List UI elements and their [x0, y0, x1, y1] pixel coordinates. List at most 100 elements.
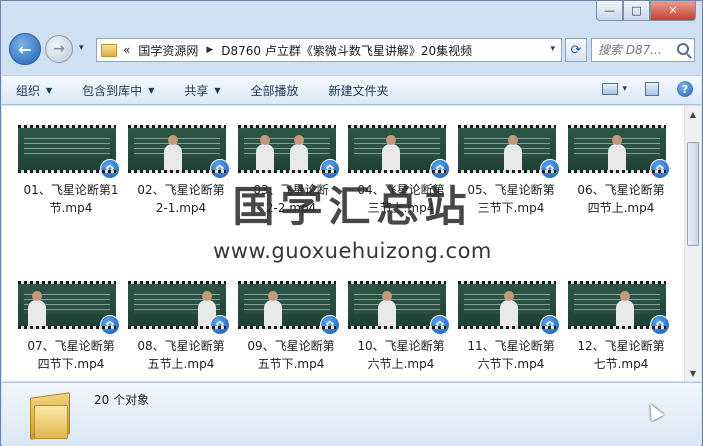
video-thumbnail: ✿ — [18, 125, 120, 179]
file-name-line2: 四节上.mp4 — [587, 201, 655, 215]
file-name: 09、飞星论断第 五节下.mp4 — [236, 337, 346, 373]
close-button[interactable]: ✕ — [650, 1, 696, 21]
organize-menu[interactable]: 组织 ▼ — [16, 82, 52, 99]
file-name-line1: 01、飞星论断第1 — [23, 183, 119, 197]
file-name-line1: 02、飞星论断第 — [137, 183, 225, 197]
chevron-down-icon: ▼ — [214, 85, 221, 95]
file-item[interactable]: ✿ 07、飞星论断第 四节下.mp4 — [16, 281, 126, 381]
file-item[interactable]: ✿ 03、飞星论断 2-2.mp4 — [236, 125, 346, 225]
file-name-line2: 三节下.mp4 — [477, 201, 545, 215]
view-options-button[interactable]: ▾ — [602, 83, 627, 95]
view-icon — [602, 83, 619, 95]
help-icon[interactable]: ? — [677, 81, 693, 97]
folder-icon — [101, 43, 117, 57]
file-name-line2: 七节.mp4 — [593, 357, 649, 371]
include-in-library-label: 包含到库中 — [82, 83, 143, 98]
vertical-scrollbar[interactable]: ▲ ▼ — [684, 106, 701, 381]
play-all-button[interactable]: 全部播放 — [251, 82, 299, 99]
file-name: 12、飞星论断第 七节.mp4 — [566, 337, 676, 373]
command-bar: 组织 ▼ 包含到库中 ▼ 共享 ▼ 全部播放 新建文件夹 ▾ ? — [2, 75, 701, 105]
mouse-pointer-icon — [644, 400, 664, 422]
chevron-down-icon: ▼ — [148, 85, 155, 95]
video-thumbnail: ✿ — [458, 125, 560, 179]
chevron-down-icon: ▾ — [622, 84, 627, 94]
file-name-line2: 2-1.mp4 — [155, 201, 207, 215]
media-player-icon: ✿ — [100, 159, 120, 179]
scrollbar-thumb[interactable] — [687, 142, 699, 246]
video-thumbnail: ✿ — [128, 281, 230, 335]
file-name-line1: 04、飞星论断第 — [357, 183, 445, 197]
play-all-label: 全部播放 — [250, 83, 299, 98]
file-item[interactable]: ✿ 08、飞星论断第 五节上.mp4 — [126, 281, 236, 381]
share-menu[interactable]: 共享 ▼ — [184, 82, 220, 99]
file-name-line1: 06、飞星论断第 — [577, 183, 665, 197]
include-in-library-menu[interactable]: 包含到库中 ▼ — [82, 82, 154, 99]
search-input[interactable] — [598, 43, 674, 57]
video-thumbnail: ✿ — [128, 125, 230, 179]
file-item[interactable]: ✿ 09、飞星论断第 五节下.mp4 — [236, 281, 346, 381]
preview-pane-icon[interactable] — [645, 82, 659, 96]
file-name: 08、飞星论断第 五节上.mp4 — [126, 337, 236, 373]
file-item[interactable]: ✿ 06、飞星论断第 四节上.mp4 — [566, 125, 676, 225]
media-player-icon: ✿ — [210, 159, 230, 179]
new-folder-button[interactable]: 新建文件夹 — [329, 82, 389, 99]
media-player-icon: ✿ — [320, 315, 340, 335]
caption-buttons: — □ ✕ — [596, 1, 696, 21]
file-name-line2: 四节下.mp4 — [37, 357, 105, 371]
file-item[interactable]: ✿ 05、飞星论断第 三节下.mp4 — [456, 125, 566, 225]
media-player-icon: ✿ — [320, 159, 340, 179]
address-overflow-chevron[interactable]: « — [123, 43, 130, 57]
address-bar[interactable]: « 国学资源网 ▶ D8760 卢立群《紫微斗数飞星讲解》20集视频 ▾ — [96, 38, 562, 62]
file-name-line2: 五节上.mp4 — [147, 357, 215, 371]
maximize-button[interactable]: □ — [623, 1, 650, 21]
file-name-line1: 10、飞星论断第 — [357, 339, 445, 353]
video-thumbnail: ✿ — [458, 281, 560, 335]
file-item[interactable]: ✿ 02、飞星论断第 2-1.mp4 — [126, 125, 236, 225]
file-item[interactable]: ✿ 01、飞星论断第1 节.mp4 — [16, 125, 126, 225]
file-list-view: ✿ 01、飞星论断第1 节.mp4 ✿ 02、飞星论断第 2-1.mp4 ✿ 03、飞星论断 2… — [2, 106, 701, 381]
address-dropdown-icon[interactable]: ▾ — [550, 44, 555, 54]
video-thumbnail: ✿ — [18, 281, 120, 335]
explorer-window: — □ ✕ ← → ▾ « 国学资源网 ▶ D8760 卢立群《紫微斗数飞星讲解… — [0, 0, 703, 446]
back-button[interactable]: ← — [9, 33, 41, 65]
file-name-line1: 08、飞星论断第 — [137, 339, 225, 353]
item-count: 20 个对象 — [94, 393, 150, 407]
file-item[interactable]: ✿ 11、飞星论断第 六节下.mp4 — [456, 281, 566, 381]
minimize-button[interactable]: — — [596, 1, 623, 21]
media-player-icon: ✿ — [430, 315, 450, 335]
file-item[interactable]: ✿ 10、飞星论断第 六节上.mp4 — [346, 281, 456, 381]
forward-button[interactable]: → — [45, 35, 73, 63]
file-name: 10、飞星论断第 六节上.mp4 — [346, 337, 456, 373]
breadcrumb-item[interactable]: 国学资源网 — [138, 42, 198, 59]
search-box[interactable] — [591, 38, 695, 62]
file-name-line1: 03、飞星论断 — [253, 183, 329, 197]
file-name: 03、飞星论断 2-2.mp4 — [236, 181, 346, 217]
media-player-icon: ✿ — [540, 315, 560, 335]
scroll-up-icon[interactable]: ▲ — [685, 106, 701, 122]
media-player-icon: ✿ — [650, 159, 670, 179]
breadcrumb-separator-icon[interactable]: ▶ — [206, 45, 213, 55]
video-thumbnail: ✿ — [238, 281, 340, 335]
file-name-line1: 05、飞星论断第 — [467, 183, 555, 197]
file-name-line1: 07、飞星论断第 — [27, 339, 115, 353]
file-item[interactable]: ✿ 12、飞星论断第 七节.mp4 — [566, 281, 676, 381]
file-name-line2: 六节上.mp4 — [367, 357, 435, 371]
recent-pages-dropdown[interactable]: ▾ — [79, 43, 84, 53]
file-name-line1: 12、飞星论断第 — [577, 339, 665, 353]
breadcrumb-item-current[interactable]: D8760 卢立群《紫微斗数飞星讲解》20集视频 — [221, 42, 472, 59]
organize-label: 组织 — [16, 83, 41, 98]
scroll-down-icon[interactable]: ▼ — [685, 365, 701, 381]
video-thumbnail: ✿ — [238, 125, 340, 179]
refresh-button[interactable]: ⟳ — [565, 38, 587, 62]
file-name-line2: 五节下.mp4 — [257, 357, 325, 371]
share-label: 共享 — [184, 83, 209, 98]
file-name-line2: 2-2.mp4 — [265, 201, 317, 215]
media-player-icon: ✿ — [210, 315, 230, 335]
file-item[interactable]: ✿ 04、飞星论断第 三节上.mp4 — [346, 125, 456, 225]
navigation-bar: ← → ▾ « 国学资源网 ▶ D8760 卢立群《紫微斗数飞星讲解》20集视频… — [1, 31, 702, 67]
new-folder-label: 新建文件夹 — [328, 83, 389, 98]
video-thumbnail: ✿ — [348, 125, 450, 179]
file-name: 11、飞星论断第 六节下.mp4 — [456, 337, 566, 373]
search-icon[interactable] — [677, 43, 689, 55]
file-name: 02、飞星论断第 2-1.mp4 — [126, 181, 236, 217]
